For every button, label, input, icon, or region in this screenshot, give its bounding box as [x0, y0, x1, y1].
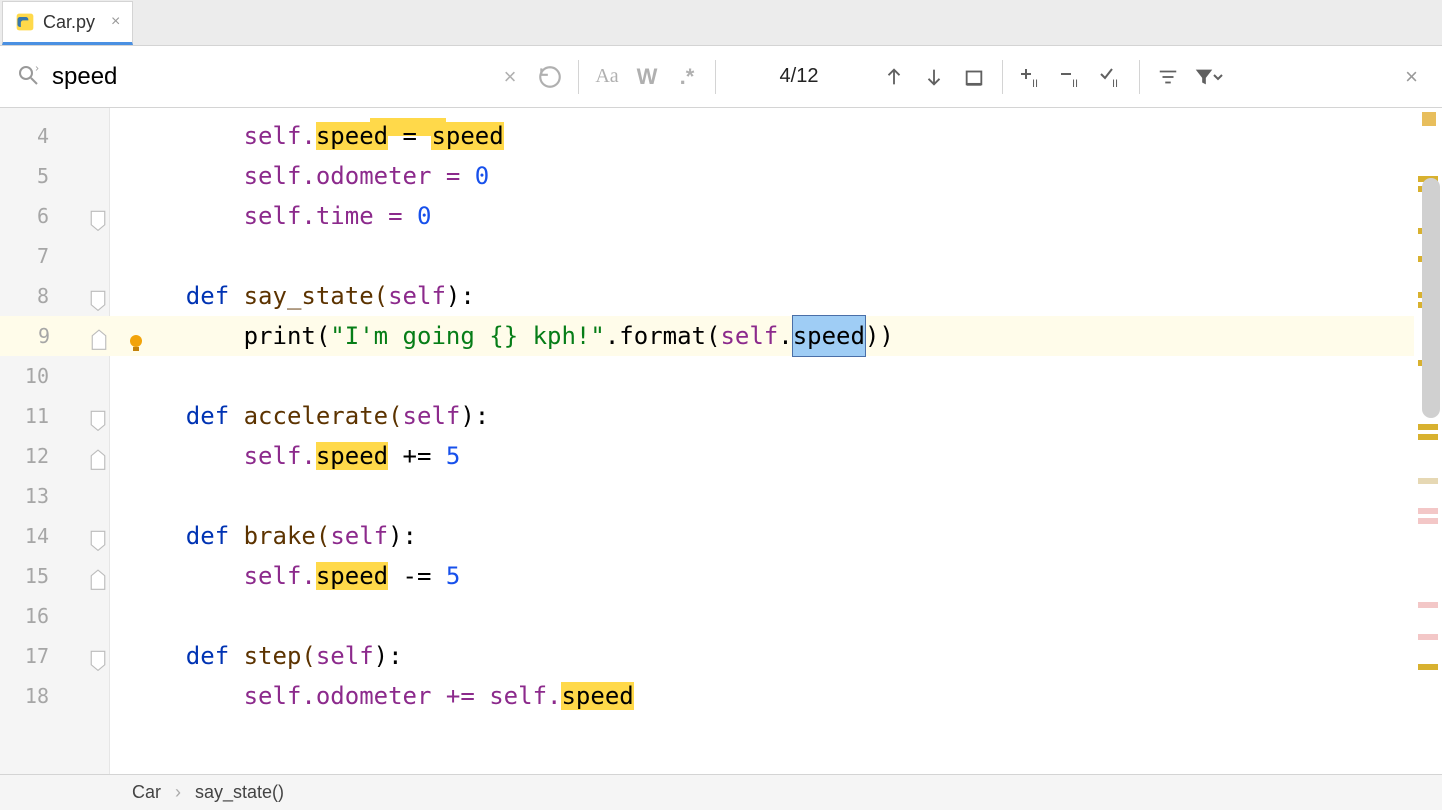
- svg-text:II: II: [1072, 78, 1078, 89]
- next-match-icon[interactable]: [914, 46, 954, 107]
- search-icon[interactable]: [16, 63, 40, 90]
- code-editor[interactable]: 4 5 6 7 8 9 10 11 12 13 14 15 16 17 18: [0, 108, 1442, 774]
- clear-search-icon[interactable]: ×: [490, 46, 530, 107]
- code-line[interactable]: self.speed = speed: [110, 116, 1442, 156]
- line-number: 8: [0, 276, 109, 316]
- code-line[interactable]: self.odometer = 0: [110, 156, 1442, 196]
- line-number: 17: [0, 636, 109, 676]
- remove-selection-icon[interactable]: II: [1051, 46, 1091, 107]
- code-line[interactable]: [110, 476, 1442, 516]
- error-marker[interactable]: [1418, 634, 1438, 640]
- separator: [715, 60, 716, 94]
- code-line[interactable]: [110, 356, 1442, 396]
- regex-toggle[interactable]: .*: [667, 46, 707, 107]
- code-line[interactable]: def step(self):: [110, 636, 1442, 676]
- line-number: 9: [0, 316, 110, 356]
- fold-handle-icon[interactable]: [89, 524, 107, 546]
- match-marker[interactable]: [1418, 434, 1438, 440]
- warning-marker[interactable]: [1418, 478, 1438, 484]
- code-line-current[interactable]: print("I'm going {} kph!".format(self.sp…: [110, 316, 1442, 356]
- current-match: speed: [792, 315, 866, 357]
- code-line[interactable]: [110, 596, 1442, 636]
- fold-handle-icon[interactable]: [89, 204, 107, 226]
- fold-handle-icon[interactable]: [89, 564, 107, 586]
- match-count: 4/12: [724, 65, 874, 88]
- match-marker[interactable]: [1418, 664, 1438, 670]
- tab-close-icon[interactable]: ×: [111, 13, 120, 31]
- code-area[interactable]: self.speed = speed self.odometer = 0 sel…: [110, 108, 1442, 774]
- marker-stripe[interactable]: [1414, 108, 1442, 774]
- fold-handle-icon[interactable]: [89, 404, 107, 426]
- scrollbar-thumb[interactable]: [1422, 178, 1440, 418]
- tab-bar: Car.py ×: [0, 0, 1442, 46]
- select-all-occurrences-icon[interactable]: II: [1091, 46, 1131, 107]
- separator: [1002, 60, 1003, 94]
- fold-handle-icon[interactable]: [89, 644, 107, 666]
- fold-handle-icon[interactable]: [90, 324, 108, 346]
- separator: [578, 60, 579, 94]
- select-all-icon[interactable]: [954, 46, 994, 107]
- find-bar: × Aa W .* 4/12 II II II ×: [0, 46, 1442, 108]
- whole-words-toggle[interactable]: W: [627, 46, 667, 107]
- line-number: 7: [0, 236, 109, 276]
- breadcrumb-method[interactable]: say_state(): [195, 782, 284, 803]
- code-line[interactable]: self.speed -= 5: [110, 556, 1442, 596]
- match-marker[interactable]: [1418, 424, 1438, 430]
- close-find-bar-icon[interactable]: ×: [1391, 64, 1432, 90]
- code-line[interactable]: self.speed += 5: [110, 436, 1442, 476]
- line-number: 4: [0, 116, 109, 156]
- svg-text:II: II: [1032, 78, 1038, 89]
- match-case-toggle[interactable]: Aa: [587, 46, 627, 107]
- prev-match-icon[interactable]: [874, 46, 914, 107]
- analysis-marker-icon[interactable]: [1422, 112, 1436, 126]
- line-number: 11: [0, 396, 109, 436]
- file-tab-car[interactable]: Car.py ×: [2, 1, 133, 45]
- filter-funnel-icon[interactable]: [1188, 46, 1228, 107]
- line-number: 18: [0, 676, 109, 716]
- search-input-wrap: [50, 46, 490, 107]
- search-history-icon[interactable]: [530, 46, 570, 107]
- error-marker[interactable]: [1418, 508, 1438, 514]
- breadcrumb-class[interactable]: Car: [132, 782, 161, 803]
- line-gutter: 4 5 6 7 8 9 10 11 12 13 14 15 16 17 18: [0, 108, 110, 774]
- separator: [1139, 60, 1140, 94]
- error-marker[interactable]: [1418, 602, 1438, 608]
- line-number: 12: [0, 436, 109, 476]
- svg-text:II: II: [1112, 78, 1118, 89]
- line-number: 13: [0, 476, 109, 516]
- search-input[interactable]: [50, 62, 490, 92]
- python-file-icon: [15, 12, 35, 32]
- add-selection-icon[interactable]: II: [1011, 46, 1051, 107]
- filter-search-icon[interactable]: [1148, 46, 1188, 107]
- code-line[interactable]: self.odometer += self.speed: [110, 676, 1442, 716]
- code-line[interactable]: def say_state(self):: [110, 276, 1442, 316]
- fold-handle-icon[interactable]: [89, 444, 107, 466]
- line-number: 5: [0, 156, 109, 196]
- intention-bulb-icon[interactable]: [126, 326, 146, 346]
- line-number: 14: [0, 516, 109, 556]
- chevron-right-icon: ›: [175, 782, 181, 803]
- code-line[interactable]: [110, 236, 1442, 276]
- error-marker[interactable]: [1418, 518, 1438, 524]
- line-number: 15: [0, 556, 109, 596]
- line-number: 16: [0, 596, 109, 636]
- code-line[interactable]: def brake(self):: [110, 516, 1442, 556]
- line-number: 10: [0, 356, 109, 396]
- code-line[interactable]: def accelerate(self):: [110, 396, 1442, 436]
- code-line[interactable]: self.time = 0: [110, 196, 1442, 236]
- breadcrumbs: Car › say_state(): [0, 774, 1442, 810]
- line-number: 6: [0, 196, 109, 236]
- fold-handle-icon[interactable]: [89, 284, 107, 306]
- tab-filename: Car.py: [43, 12, 95, 33]
